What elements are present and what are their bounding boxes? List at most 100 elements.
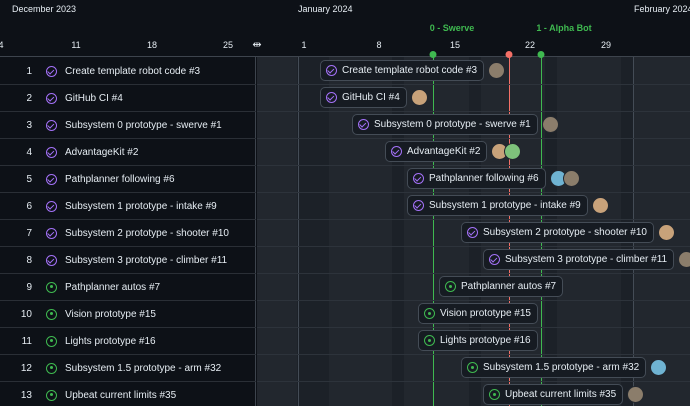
issue-row[interactable]: 8 Subsystem 3 prototype - climber #11: [0, 247, 256, 274]
issue-bar[interactable]: Pathplanner autos #7: [439, 276, 564, 297]
issue-title[interactable]: Subsystem 2 prototype - shooter #10: [65, 228, 229, 239]
person-avatar[interactable]: [563, 170, 580, 187]
issue-closed-icon: [46, 92, 57, 104]
issue-title[interactable]: Subsystem 1.5 prototype - arm #32: [65, 363, 221, 374]
issue-open-icon: [46, 308, 57, 320]
issue-bar[interactable]: Create template robot code #3: [320, 60, 485, 81]
assignee-avatars: [658, 224, 675, 241]
column-resize-handle[interactable]: ⇹: [250, 38, 264, 52]
issue-bar-label: Lights prototype #16: [440, 335, 531, 346]
fox-avatar[interactable]: [658, 224, 675, 241]
row-divider: [257, 354, 690, 355]
issue-row[interactable]: 4 AdvantageKit #2: [0, 139, 256, 166]
milestone-marker[interactable]: [537, 51, 545, 58]
issue-bar-label: Subsystem 2 prototype - shooter #10: [483, 227, 647, 238]
issue-closed-icon: [489, 254, 500, 265]
issue-open-icon: [424, 308, 435, 319]
assignee-avatars: [650, 359, 667, 376]
issue-open-icon: [489, 389, 500, 400]
row-number: 11: [21, 335, 32, 347]
person-avatar[interactable]: [488, 62, 505, 79]
issue-closed-icon: [326, 65, 337, 76]
issue-title[interactable]: Vision prototype #15: [65, 309, 156, 320]
issue-closed-icon: [391, 146, 402, 157]
assignee-avatars: [627, 386, 644, 403]
issue-open-icon: [46, 281, 57, 293]
issue-bar-label: Subsystem 0 prototype - swerve #1: [374, 119, 531, 130]
person-avatar[interactable]: [627, 386, 644, 403]
tree-avatar[interactable]: [650, 359, 667, 376]
fox-avatar[interactable]: [411, 89, 428, 106]
issue-bar[interactable]: Subsystem 0 prototype - swerve #1: [352, 114, 538, 135]
issue-title[interactable]: Subsystem 0 prototype - swerve #1: [65, 120, 222, 131]
issue-bar[interactable]: Vision prototype #15: [418, 303, 538, 324]
issue-bar-label: Pathplanner autos #7: [461, 281, 557, 292]
row-divider: [257, 84, 690, 85]
row-divider: [257, 165, 690, 166]
assignee-avatars: [542, 116, 559, 133]
issue-bar[interactable]: Subsystem 1 prototype - intake #9: [407, 195, 588, 216]
milestone-marker[interactable]: [429, 51, 437, 58]
row-divider: [257, 300, 690, 301]
issue-title[interactable]: Pathplanner autos #7: [65, 282, 160, 293]
row-divider: [257, 138, 690, 139]
issue-open-icon: [46, 362, 57, 374]
issue-bar[interactable]: Upbeat current limits #35: [483, 384, 624, 405]
issue-title[interactable]: Upbeat current limits #35: [65, 390, 176, 401]
issue-open-icon: [46, 335, 57, 347]
day-label: 4: [0, 40, 4, 50]
person-avatar[interactable]: [542, 116, 559, 133]
issue-bar[interactable]: GitHub CI #4: [320, 87, 407, 108]
issue-title[interactable]: GitHub CI #4: [65, 93, 123, 104]
row-divider: [257, 327, 690, 328]
row-divider: [257, 381, 690, 382]
issue-row[interactable]: 3 Subsystem 0 prototype - swerve #1: [0, 112, 256, 139]
issue-bar-label: Pathplanner following #6: [429, 173, 539, 184]
issue-bar[interactable]: Subsystem 2 prototype - shooter #10: [461, 222, 654, 243]
milestone-label[interactable]: 0 - Swerve: [430, 23, 475, 33]
issue-row[interactable]: 13 Upbeat current limits #35: [0, 382, 256, 406]
issue-row[interactable]: 1 Create template robot code #3: [0, 58, 256, 85]
issue-title[interactable]: Create template robot code #3: [65, 66, 200, 77]
issue-bar[interactable]: Subsystem 1.5 prototype - arm #32: [461, 357, 647, 378]
row-number: 10: [20, 308, 32, 320]
issue-title[interactable]: Pathplanner following #6: [65, 174, 175, 185]
day-label: 29: [600, 40, 612, 50]
issue-bar-label: GitHub CI #4: [342, 92, 400, 103]
issue-row[interactable]: 7 Subsystem 2 prototype - shooter #10: [0, 220, 256, 247]
row-number: 3: [26, 119, 32, 131]
issue-row[interactable]: 5 Pathplanner following #6: [0, 166, 256, 193]
row-number: 13: [20, 389, 32, 401]
issue-open-icon: [46, 389, 57, 401]
row-number: 1: [26, 65, 32, 77]
issue-bar[interactable]: Lights prototype #16: [418, 330, 538, 351]
issue-row[interactable]: 2 GitHub CI #4: [0, 85, 256, 112]
milestone-label[interactable]: 1 - Alpha Bot: [536, 23, 591, 33]
issue-row[interactable]: 10 Vision prototype #15: [0, 301, 256, 328]
green-avatar[interactable]: [504, 143, 521, 160]
issue-title[interactable]: Subsystem 1 prototype - intake #9: [65, 201, 217, 212]
issue-closed-icon: [467, 227, 478, 238]
issue-row[interactable]: 9 Pathplanner autos #7: [0, 274, 256, 301]
row-divider: [257, 273, 690, 274]
issue-title[interactable]: AdvantageKit #2: [65, 147, 138, 158]
fox-avatar[interactable]: [592, 197, 609, 214]
row-divider: [257, 192, 690, 193]
person-avatar[interactable]: [678, 251, 690, 268]
row-divider: [257, 219, 690, 220]
issue-closed-icon: [46, 146, 57, 158]
issue-row[interactable]: 11 Lights prototype #16: [0, 328, 256, 355]
row-number: 9: [26, 281, 32, 293]
issue-bar-label: Upbeat current limits #35: [505, 389, 617, 400]
assignee-avatars: [411, 89, 428, 106]
issue-bar[interactable]: AdvantageKit #2: [385, 141, 488, 162]
issue-bar[interactable]: Pathplanner following #6: [407, 168, 546, 189]
issue-row[interactable]: 12 Subsystem 1.5 prototype - arm #32: [0, 355, 256, 382]
timeline-header: December 2023 January 2024 February 2024…: [0, 0, 690, 58]
issue-title[interactable]: Lights prototype #16: [65, 336, 156, 347]
day-label: 11: [71, 40, 81, 50]
issue-bar-label: AdvantageKit #2: [407, 146, 481, 157]
issue-title[interactable]: Subsystem 3 prototype - climber #11: [65, 255, 227, 266]
issue-row[interactable]: 6 Subsystem 1 prototype - intake #9: [0, 193, 256, 220]
issue-bar[interactable]: Subsystem 3 prototype - climber #11: [483, 249, 675, 270]
